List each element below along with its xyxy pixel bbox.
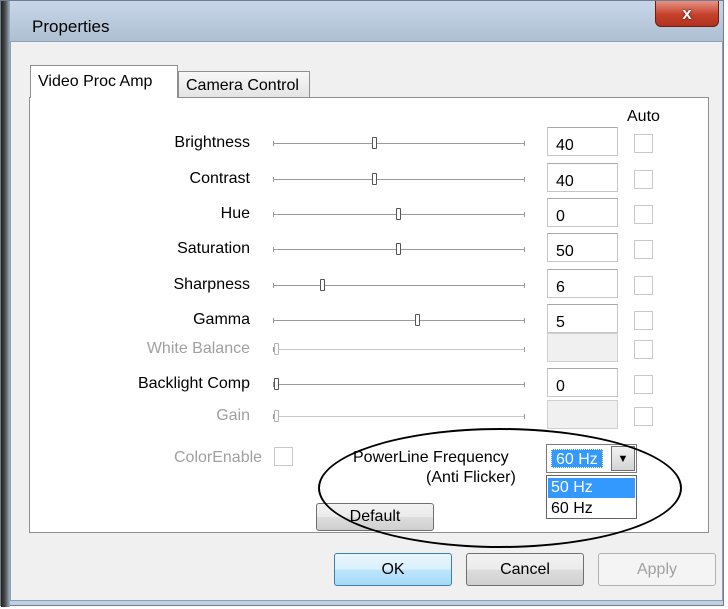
chevron-down-icon: ▼: [617, 452, 629, 465]
default-button-label: Default: [349, 508, 401, 525]
gamma-label: Gamma: [193, 311, 250, 328]
default-button[interactable]: Default: [316, 503, 434, 531]
backlight-comp-slider[interactable]: [273, 382, 525, 387]
powerline-frequency-dropdown-list: 50 Hz 60 Hz: [546, 475, 637, 519]
contrast-slider[interactable]: [273, 177, 525, 182]
tab-label: Camera Control: [186, 77, 299, 94]
window-title: Properties: [32, 17, 110, 36]
hue-value-field[interactable]: 0: [547, 198, 618, 227]
brightness-slider-thumb[interactable]: [372, 137, 377, 149]
backlight-comp-label: Backlight Comp: [137, 375, 250, 392]
saturation-value-field[interactable]: 50: [547, 233, 618, 262]
title-bar[interactable]: Properties: [10, 1, 723, 41]
gamma-slider-thumb[interactable]: [415, 314, 420, 326]
apply-button[interactable]: Apply: [598, 553, 716, 586]
gamma-slider[interactable]: [273, 318, 525, 323]
anti-flicker-label: (Anti Flicker): [426, 469, 516, 486]
contrast-label: Contrast: [189, 170, 250, 187]
gain-label: Gain: [216, 407, 250, 424]
brightness-label: Brightness: [174, 134, 250, 151]
sharpness-label: Sharpness: [173, 276, 251, 293]
tab-camera-control[interactable]: Camera Control: [178, 71, 310, 98]
sharpness-slider-thumb[interactable]: [320, 279, 325, 291]
hue-slider-thumb[interactable]: [396, 208, 401, 220]
gamma-value-field[interactable]: 5: [547, 304, 618, 333]
color-enable-label: ColorEnable: [174, 449, 263, 466]
cancel-button[interactable]: Cancel: [466, 553, 584, 586]
gain-auto-checkbox[interactable]: [634, 407, 653, 426]
ok-button-label: OK: [381, 561, 405, 578]
close-button[interactable]: x: [655, 1, 719, 27]
hue-auto-checkbox[interactable]: [634, 205, 653, 224]
contrast-auto-checkbox[interactable]: [634, 170, 653, 189]
brightness-auto-checkbox[interactable]: [634, 134, 653, 153]
dropdown-arrow-button[interactable]: ▼: [611, 446, 635, 471]
window-edge-shadow: [1, 1, 10, 607]
dropdown-option-50hz[interactable]: 50 Hz: [548, 478, 635, 498]
white-balance-value-field: [547, 333, 618, 362]
color-enable-checkbox[interactable]: [274, 447, 293, 466]
gain-slider-thumb: [274, 410, 279, 422]
sharpness-slider[interactable]: [273, 283, 525, 288]
white-balance-label: White Balance: [146, 340, 250, 357]
cancel-button-label: Cancel: [500, 561, 550, 578]
tab-label: Video Proc Amp: [38, 73, 153, 90]
sharpness-value-field[interactable]: 6: [547, 269, 618, 298]
white-balance-slider: [273, 347, 525, 352]
close-icon: x: [682, 3, 692, 23]
saturation-label: Saturation: [177, 240, 250, 257]
apply-button-label: Apply: [636, 561, 678, 578]
selected-value: 60 Hz: [551, 449, 603, 468]
brightness-slider[interactable]: [273, 141, 525, 146]
contrast-value-field[interactable]: 40: [547, 163, 618, 192]
ok-button[interactable]: OK: [334, 553, 452, 586]
sharpness-auto-checkbox[interactable]: [634, 276, 653, 295]
dropdown-option-60hz[interactable]: 60 Hz: [548, 499, 635, 519]
saturation-auto-checkbox[interactable]: [634, 240, 653, 259]
gain-slider: [273, 414, 525, 419]
white-balance-slider-thumb: [274, 343, 279, 355]
gamma-auto-checkbox[interactable]: [634, 311, 653, 330]
powerline-frequency-label: PowerLine Frequency: [353, 449, 509, 466]
backlight-comp-auto-checkbox[interactable]: [634, 375, 653, 394]
gain-value-field: [547, 400, 618, 429]
backlight-comp-value-field[interactable]: 0: [547, 368, 618, 397]
tab-video-proc-amp[interactable]: Video Proc Amp: [30, 65, 178, 98]
saturation-slider-thumb[interactable]: [396, 243, 401, 255]
backlight-comp-slider-thumb[interactable]: [274, 378, 279, 390]
contrast-slider-thumb[interactable]: [372, 173, 377, 185]
powerline-frequency-select[interactable]: 60 Hz ▼: [546, 444, 637, 473]
auto-column-header: Auto: [627, 108, 660, 125]
brightness-value-field[interactable]: 40: [547, 127, 618, 156]
white-balance-auto-checkbox[interactable]: [634, 340, 653, 359]
hue-label: Hue: [220, 205, 250, 222]
